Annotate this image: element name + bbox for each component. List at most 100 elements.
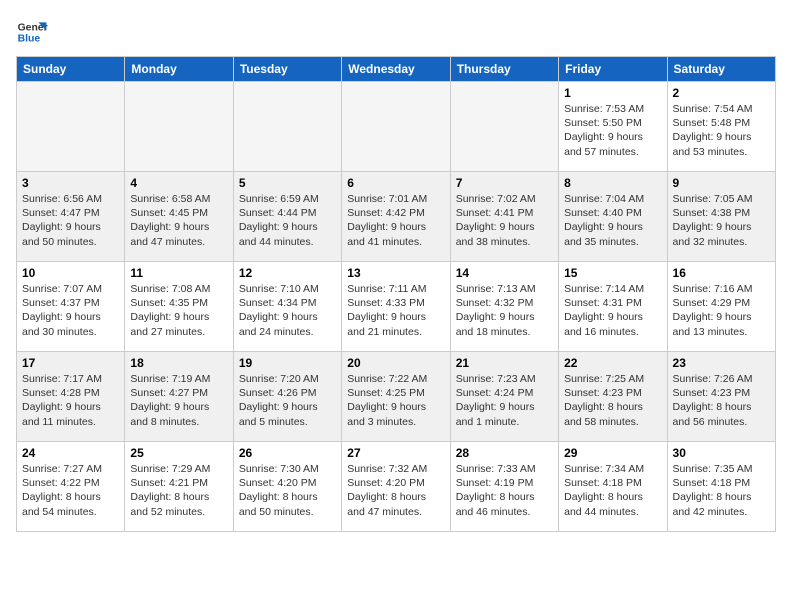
day-number: 30 [673, 446, 770, 460]
calendar-week-row: 24 Sunrise: 7:27 AM Sunset: 4:22 PM Dayli… [17, 442, 776, 532]
calendar-day-cell: 22 Sunrise: 7:25 AM Sunset: 4:23 PM Dayli… [559, 352, 667, 442]
calendar-day-cell: 10 Sunrise: 7:07 AM Sunset: 4:37 PM Dayli… [17, 262, 125, 352]
calendar-week-row: 10 Sunrise: 7:07 AM Sunset: 4:37 PM Dayli… [17, 262, 776, 352]
day-info: Sunrise: 7:34 AM Sunset: 4:18 PM Dayligh… [564, 462, 661, 519]
calendar-day-cell: 18Sunrise: 7:19 AM Sunset: 4:27 PM Dayli… [125, 352, 233, 442]
calendar-day-cell: 14 Sunrise: 7:13 AM Sunset: 4:32 PM Dayli… [450, 262, 558, 352]
calendar-day-cell: 19 Sunrise: 7:20 AM Sunset: 4:26 PM Dayli… [233, 352, 341, 442]
day-number: 11 [130, 266, 227, 280]
day-number: 25 [130, 446, 227, 460]
day-info: Sunrise: 7:05 AM Sunset: 4:38 PM Dayligh… [673, 192, 770, 249]
day-header-wednesday: Wednesday [342, 57, 450, 82]
calendar-day-cell [450, 82, 558, 172]
day-header-thursday: Thursday [450, 57, 558, 82]
calendar-week-row: 1Sunrise: 7:53 AM Sunset: 5:50 PM Daylig… [17, 82, 776, 172]
day-number: 15 [564, 266, 661, 280]
day-info: Sunrise: 7:02 AM Sunset: 4:41 PM Dayligh… [456, 192, 553, 249]
day-info: Sunrise: 7:04 AM Sunset: 4:40 PM Dayligh… [564, 192, 661, 249]
day-info: Sunrise: 7:27 AM Sunset: 4:22 PM Dayligh… [22, 462, 119, 519]
day-info: Sunrise: 6:59 AM Sunset: 4:44 PM Dayligh… [239, 192, 336, 249]
day-number: 8 [564, 176, 661, 190]
logo: General Blue [16, 16, 48, 48]
calendar-day-cell: 3 Sunrise: 6:56 AM Sunset: 4:47 PM Daylig… [17, 172, 125, 262]
day-number: 20 [347, 356, 444, 370]
day-number: 14 [456, 266, 553, 280]
day-number: 27 [347, 446, 444, 460]
calendar-day-cell: 2 Sunrise: 7:54 AM Sunset: 5:48 PM Daylig… [667, 82, 775, 172]
day-number: 12 [239, 266, 336, 280]
day-info: Sunrise: 7:11 AM Sunset: 4:33 PM Dayligh… [347, 282, 444, 339]
day-info: Sunrise: 7:54 AM Sunset: 5:48 PM Dayligh… [673, 102, 770, 159]
day-header-tuesday: Tuesday [233, 57, 341, 82]
calendar-day-cell: 17 Sunrise: 7:17 AM Sunset: 4:28 PM Dayli… [17, 352, 125, 442]
day-number: 5 [239, 176, 336, 190]
day-info: Sunrise: 7:08 AM Sunset: 4:35 PM Dayligh… [130, 282, 227, 339]
calendar-day-cell: 23 Sunrise: 7:26 AM Sunset: 4:23 PM Dayli… [667, 352, 775, 442]
calendar-week-row: 17 Sunrise: 7:17 AM Sunset: 4:28 PM Dayli… [17, 352, 776, 442]
day-number: 3 [22, 176, 119, 190]
calendar-day-cell: 28 Sunrise: 7:33 AM Sunset: 4:19 PM Dayli… [450, 442, 558, 532]
calendar-day-cell: 13 Sunrise: 7:11 AM Sunset: 4:33 PM Dayli… [342, 262, 450, 352]
day-header-sunday: Sunday [17, 57, 125, 82]
day-info: Sunrise: 7:13 AM Sunset: 4:32 PM Dayligh… [456, 282, 553, 339]
calendar-day-cell: 11 Sunrise: 7:08 AM Sunset: 4:35 PM Dayli… [125, 262, 233, 352]
svg-text:Blue: Blue [18, 34, 41, 45]
calendar-day-cell: 27 Sunrise: 7:32 AM Sunset: 4:20 PM Dayli… [342, 442, 450, 532]
day-info: Sunrise: 7:07 AM Sunset: 4:37 PM Dayligh… [22, 282, 119, 339]
calendar-day-cell: 7Sunrise: 7:02 AM Sunset: 4:41 PM Daylig… [450, 172, 558, 262]
day-info: Sunrise: 7:20 AM Sunset: 4:26 PM Dayligh… [239, 372, 336, 429]
calendar-header-row: SundayMondayTuesdayWednesdayThursdayFrid… [17, 57, 776, 82]
calendar-day-cell: 21Sunrise: 7:23 AM Sunset: 4:24 PM Dayli… [450, 352, 558, 442]
day-info: Sunrise: 7:19 AM Sunset: 4:27 PM Dayligh… [130, 372, 227, 429]
day-number: 16 [673, 266, 770, 280]
day-number: 19 [239, 356, 336, 370]
day-info: Sunrise: 6:56 AM Sunset: 4:47 PM Dayligh… [22, 192, 119, 249]
day-info: Sunrise: 7:22 AM Sunset: 4:25 PM Dayligh… [347, 372, 444, 429]
calendar-day-cell: 30 Sunrise: 7:35 AM Sunset: 4:18 PM Dayli… [667, 442, 775, 532]
day-number: 17 [22, 356, 119, 370]
day-number: 28 [456, 446, 553, 460]
calendar-day-cell: 4Sunrise: 6:58 AM Sunset: 4:45 PM Daylig… [125, 172, 233, 262]
calendar-day-cell [17, 82, 125, 172]
day-info: Sunrise: 7:26 AM Sunset: 4:23 PM Dayligh… [673, 372, 770, 429]
day-info: Sunrise: 7:10 AM Sunset: 4:34 PM Dayligh… [239, 282, 336, 339]
calendar-day-cell: 6 Sunrise: 7:01 AM Sunset: 4:42 PM Daylig… [342, 172, 450, 262]
calendar-day-cell [342, 82, 450, 172]
day-number: 9 [673, 176, 770, 190]
day-info: Sunrise: 7:17 AM Sunset: 4:28 PM Dayligh… [22, 372, 119, 429]
day-header-saturday: Saturday [667, 57, 775, 82]
calendar-day-cell: 25Sunrise: 7:29 AM Sunset: 4:21 PM Dayli… [125, 442, 233, 532]
day-number: 10 [22, 266, 119, 280]
day-number: 13 [347, 266, 444, 280]
day-number: 24 [22, 446, 119, 460]
calendar-day-cell: 15 Sunrise: 7:14 AM Sunset: 4:31 PM Dayli… [559, 262, 667, 352]
day-number: 1 [564, 86, 661, 100]
day-header-friday: Friday [559, 57, 667, 82]
day-number: 29 [564, 446, 661, 460]
calendar-day-cell: 8 Sunrise: 7:04 AM Sunset: 4:40 PM Daylig… [559, 172, 667, 262]
calendar-day-cell: 20 Sunrise: 7:22 AM Sunset: 4:25 PM Dayli… [342, 352, 450, 442]
page-header: General Blue [16, 16, 776, 48]
day-info: Sunrise: 7:35 AM Sunset: 4:18 PM Dayligh… [673, 462, 770, 519]
day-header-monday: Monday [125, 57, 233, 82]
day-number: 26 [239, 446, 336, 460]
day-number: 22 [564, 356, 661, 370]
calendar-day-cell: 1Sunrise: 7:53 AM Sunset: 5:50 PM Daylig… [559, 82, 667, 172]
day-info: Sunrise: 7:23 AM Sunset: 4:24 PM Dayligh… [456, 372, 553, 429]
logo-icon: General Blue [16, 16, 48, 48]
calendar-day-cell: 29 Sunrise: 7:34 AM Sunset: 4:18 PM Dayli… [559, 442, 667, 532]
day-info: Sunrise: 6:58 AM Sunset: 4:45 PM Dayligh… [130, 192, 227, 249]
day-number: 6 [347, 176, 444, 190]
day-info: Sunrise: 7:16 AM Sunset: 4:29 PM Dayligh… [673, 282, 770, 339]
day-number: 2 [673, 86, 770, 100]
day-number: 23 [673, 356, 770, 370]
day-info: Sunrise: 7:30 AM Sunset: 4:20 PM Dayligh… [239, 462, 336, 519]
day-info: Sunrise: 7:01 AM Sunset: 4:42 PM Dayligh… [347, 192, 444, 249]
day-info: Sunrise: 7:33 AM Sunset: 4:19 PM Dayligh… [456, 462, 553, 519]
calendar-day-cell: 12 Sunrise: 7:10 AM Sunset: 4:34 PM Dayli… [233, 262, 341, 352]
calendar-day-cell: 24 Sunrise: 7:27 AM Sunset: 4:22 PM Dayli… [17, 442, 125, 532]
day-info: Sunrise: 7:25 AM Sunset: 4:23 PM Dayligh… [564, 372, 661, 429]
day-info: Sunrise: 7:32 AM Sunset: 4:20 PM Dayligh… [347, 462, 444, 519]
calendar-day-cell [233, 82, 341, 172]
day-info: Sunrise: 7:14 AM Sunset: 4:31 PM Dayligh… [564, 282, 661, 339]
